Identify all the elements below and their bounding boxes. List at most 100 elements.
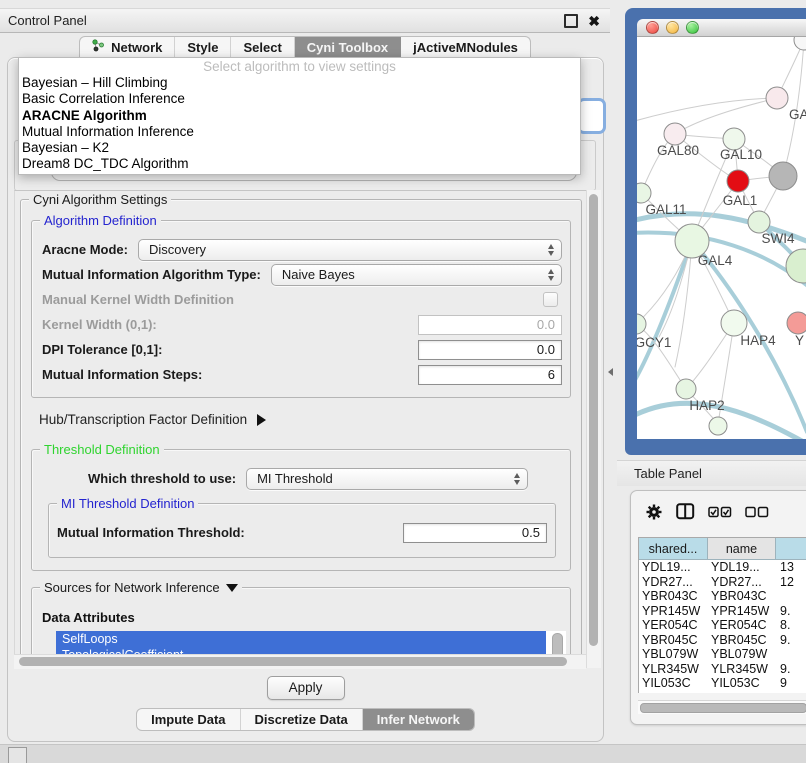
algorithm-option[interactable]: Basic Correlation Inference [19, 91, 580, 107]
mi-threshold-field[interactable]: 0.5 [403, 523, 547, 543]
table-row[interactable]: YPR145WYPR145W9. [639, 604, 806, 619]
table-cell[interactable]: 8. [776, 618, 806, 632]
mi-steps-field[interactable]: 6 [418, 365, 562, 385]
table-cell[interactable]: 9. [776, 662, 806, 676]
table-row[interactable]: YER054CYER054C8. [639, 618, 806, 633]
column-header-shared...[interactable]: shared... [639, 538, 708, 560]
table-row[interactable]: YBL079WYBL079W [639, 647, 806, 662]
table-cell[interactable]: YLR345W [708, 662, 776, 676]
table-cell[interactable]: YBR043C [639, 589, 708, 603]
network-node[interactable] [709, 417, 727, 435]
table-cell[interactable]: YBR045C [639, 633, 708, 647]
network-canvas[interactable]: GALGAL80GAL10GAL1GAL11SWI4GAL4GCY1HAP4YH… [637, 37, 806, 439]
tab-select[interactable]: Select [231, 37, 294, 58]
horizontal-scrollbar[interactable] [14, 654, 586, 669]
table-row[interactable]: YDL19...YDL19...13 [639, 560, 806, 575]
close-panel-icon[interactable]: ✖ [588, 15, 600, 27]
table-cell[interactable]: YPR145W [708, 604, 776, 618]
network-node-swi4[interactable] [748, 211, 770, 233]
tab-discretize-data[interactable]: Discretize Data [241, 709, 363, 730]
sources-group-title[interactable]: Sources for Network Inference [40, 580, 242, 595]
split-columns-icon[interactable] [676, 503, 695, 525]
kernel-width-label: Kernel Width (0,1): [42, 317, 157, 332]
network-node[interactable] [769, 162, 797, 190]
algorithm-option[interactable]: Dream8 DC_TDC Algorithm [19, 156, 580, 172]
table-cell[interactable]: YDL19... [708, 560, 776, 574]
apply-button[interactable]: Apply [267, 676, 345, 700]
table-cell[interactable]: 12 [776, 575, 806, 589]
focused-combo-fragment [577, 98, 606, 134]
network-node-hap2[interactable] [676, 379, 696, 399]
network-node-gal[interactable] [766, 87, 788, 109]
table-cell[interactable]: 9. [776, 633, 806, 647]
network-node-label: GAL10 [720, 147, 762, 162]
aracne-mode-combo[interactable]: Discovery [138, 239, 562, 261]
float-panel-icon[interactable] [564, 14, 578, 28]
table-row[interactable]: YIL053CYIL053C9 [639, 676, 806, 691]
manual-kernel-checkbox[interactable] [543, 292, 558, 307]
vertical-scrollbar[interactable] [586, 190, 601, 668]
network-node[interactable] [786, 249, 806, 283]
table-cell[interactable]: YPR145W [639, 604, 708, 618]
panel-splitter-handle[interactable] [608, 366, 616, 378]
mi-type-combo[interactable]: Naive Bayes [271, 264, 562, 286]
network-node-y[interactable] [787, 312, 806, 334]
algorithm-option[interactable]: Mutual Information Inference [19, 124, 580, 140]
tab-network[interactable]: Network [80, 37, 175, 58]
tab-style[interactable]: Style [175, 37, 231, 58]
tab-infer-network[interactable]: Infer Network [363, 709, 474, 730]
network-node[interactable] [794, 37, 806, 50]
close-window-button[interactable] [646, 21, 659, 34]
tab-impute-data[interactable]: Impute Data [137, 709, 240, 730]
network-node-gal80[interactable] [664, 123, 686, 145]
attribute-item-selected[interactable]: SelfLoops [56, 631, 546, 647]
tab-jactivemnodules[interactable]: jActiveMNodules [401, 37, 530, 58]
column-header-extra[interactable] [776, 538, 806, 560]
zoom-window-button[interactable] [686, 21, 699, 34]
table-cell[interactable]: YLR345W [639, 662, 708, 676]
select-all-checked-icon[interactable] [708, 505, 732, 523]
column-header-name[interactable]: name [708, 538, 776, 560]
table-cell[interactable]: YER054C [708, 618, 776, 632]
table-cell[interactable]: 9 [776, 676, 806, 690]
table-cell[interactable]: YDR27... [639, 575, 708, 589]
network-node-gal1[interactable] [727, 170, 749, 192]
vertical-scrollbar-thumb[interactable] [589, 194, 598, 646]
table-cell[interactable]: YIL053C [708, 676, 776, 690]
algorithm-option[interactable]: Bayesian – K2 [19, 140, 580, 156]
mi-threshold-row: Mutual Information Threshold: 0.5 [57, 522, 547, 543]
table-row[interactable]: YDR27...YDR27...12 [639, 575, 806, 590]
algorithm-option-selected[interactable]: ARACNE Algorithm [19, 108, 580, 124]
collapsed-panel-tab[interactable] [8, 747, 27, 763]
network-node-gal11[interactable] [637, 183, 651, 203]
kernel-width-field[interactable]: 0.0 [418, 315, 562, 335]
minimize-window-button[interactable] [666, 21, 679, 34]
hub-definition-expander[interactable]: Hub/Transcription Factor Definition [39, 412, 571, 427]
table-cell[interactable]: YDR27... [708, 575, 776, 589]
select-none-icon[interactable] [745, 505, 769, 523]
table-row[interactable]: YBR043CYBR043C [639, 589, 806, 604]
table-cell[interactable]: YER054C [639, 618, 708, 632]
table-cell[interactable]: 13 [776, 560, 806, 574]
network-window-titlebar[interactable] [637, 19, 806, 37]
table-cell[interactable]: YBL079W [639, 647, 708, 661]
gear-icon[interactable] [645, 503, 663, 526]
table-horizontal-scrollbar[interactable] [638, 700, 806, 714]
table-cell[interactable]: YBL079W [708, 647, 776, 661]
table-cell[interactable]: YBR045C [708, 633, 776, 647]
table-cell[interactable]: YDL19... [639, 560, 708, 574]
table-cell[interactable]: 9. [776, 604, 806, 618]
attributes-scrollbar-thumb[interactable] [552, 633, 563, 655]
algorithm-option[interactable]: Bayesian – Hill Climbing [19, 75, 580, 91]
data-attributes-list[interactable]: SelfLoops TopologicalCoefficient Between… [56, 631, 566, 655]
table-cell[interactable]: YIL053C [639, 676, 708, 690]
network-tab-icon [92, 39, 105, 55]
table-cell[interactable]: YBR043C [708, 589, 776, 603]
horizontal-scrollbar-thumb[interactable] [19, 657, 567, 666]
dpi-tolerance-field[interactable]: 0.0 [418, 340, 562, 360]
table-row[interactable]: YLR345WYLR345W9. [639, 662, 806, 677]
table-horizontal-scrollbar-thumb[interactable] [640, 703, 806, 713]
which-threshold-combo[interactable]: MI Threshold [246, 468, 528, 490]
tab-cyni-toolbox[interactable]: Cyni Toolbox [295, 37, 401, 58]
table-row[interactable]: YBR045CYBR045C9. [639, 633, 806, 648]
